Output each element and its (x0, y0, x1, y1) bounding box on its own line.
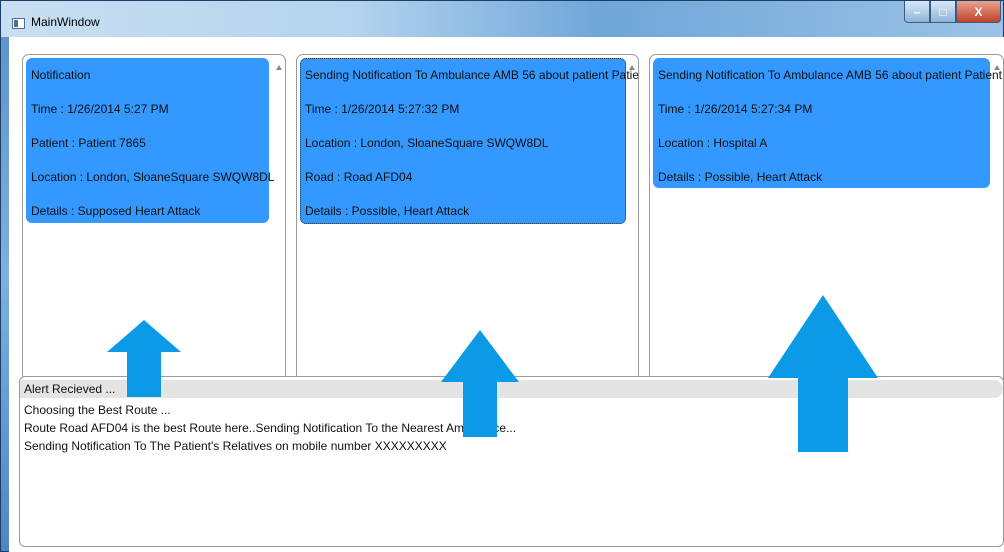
minimize-button[interactable]: – (904, 1, 930, 23)
card-line: Time : 1/26/2014 5:27:32 PM (305, 102, 460, 116)
card-line: Sending Notification To Ambulance AMB 56… (658, 68, 1004, 82)
card-line: Details : Possible, Heart Attack (305, 204, 470, 218)
card-line: Road : Road AFD04 (305, 170, 413, 184)
notification-card[interactable]: Notification Time : 1/26/2014 5:27 PM Pa… (26, 58, 274, 223)
card-line: Sending Notification To Ambulance AMB 56… (305, 68, 639, 82)
scroll-up-icon[interactable] (276, 65, 282, 70)
close-button[interactable]: X (956, 1, 1001, 23)
card-line: Details : Possible, Heart Attack (658, 170, 823, 184)
window-title: MainWindow (31, 15, 100, 29)
window-app-icon (12, 18, 25, 29)
vertical-scrollbar[interactable] (271, 55, 285, 398)
card-line: Time : 1/26/2014 5:27 PM (31, 102, 169, 116)
maximize-button[interactable]: □ (930, 1, 956, 23)
card-line: Details : Supposed Heart Attack (31, 204, 201, 218)
vertical-scrollbar[interactable] (989, 55, 1003, 398)
log-line[interactable]: Sending Notification To The Patient's Re… (24, 439, 447, 453)
scroll-up-icon[interactable] (629, 65, 635, 70)
main-window: MainWindow – □ X Notification Time : 1/2… (0, 0, 1004, 552)
card-line: Time : 1/26/2014 5:27:34 PM (658, 102, 813, 116)
title-bar[interactable]: MainWindow – □ X (1, 1, 1003, 37)
minimize-icon: – (913, 4, 921, 19)
up-arrow-icon (768, 295, 878, 452)
maximize-icon: □ (939, 4, 947, 19)
up-arrow-icon (441, 330, 519, 437)
client-area: Notification Time : 1/26/2014 5:27 PM Pa… (9, 37, 1004, 552)
card-line: Patient : Patient 7865 (31, 136, 146, 150)
notification-card[interactable]: Sending Notification To Ambulance AMB 56… (300, 58, 638, 224)
vertical-scrollbar[interactable] (624, 55, 638, 398)
scroll-up-icon[interactable] (994, 65, 1000, 70)
card-line: Location : Hospital A (658, 136, 768, 150)
card-line: Location : London, SloaneSquare SWQW8DL (31, 170, 275, 184)
card-line: Notification (31, 68, 91, 82)
up-arrow-icon (107, 320, 181, 397)
caption-buttons: – □ X (904, 1, 1001, 23)
close-icon: X (974, 4, 983, 19)
notification-card[interactable]: Sending Notification To Ambulance AMB 56… (653, 58, 1003, 188)
card-line: Location : London, SloaneSquare SWQW8DL (305, 136, 549, 150)
log-line[interactable]: Choosing the Best Route ... (24, 403, 171, 417)
